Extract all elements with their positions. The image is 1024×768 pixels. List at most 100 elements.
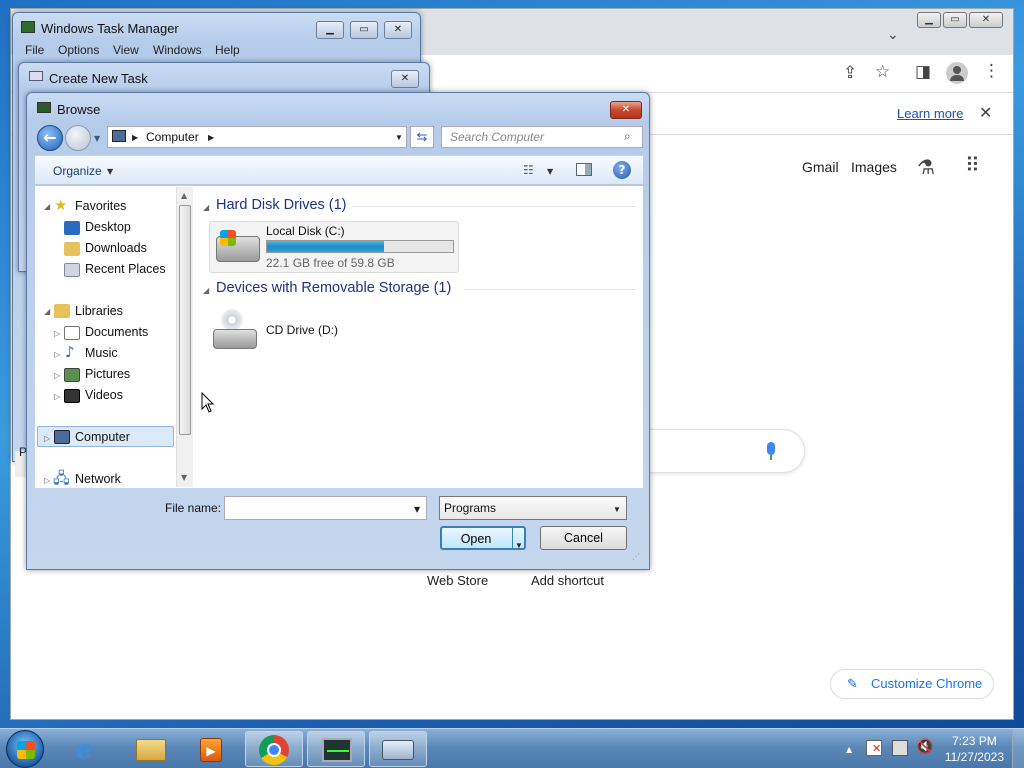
profile-avatar-icon[interactable] (946, 62, 968, 84)
address-bar[interactable]: ▶ Computer ▶ ▼ (107, 126, 407, 148)
local-disk-item[interactable]: Local Disk (C:) 22.1 GB free of 59.8 GB (209, 221, 459, 273)
taskbar-explorer[interactable] (122, 731, 180, 767)
collapse-arrow-icon[interactable]: ▷ (54, 329, 60, 338)
group-collapse-icon[interactable]: ◢ (203, 203, 209, 212)
search-icon[interactable]: ⌕ (624, 129, 631, 144)
expand-arrow-icon[interactable]: ◢ (44, 307, 50, 316)
show-desktop-button[interactable] (1012, 729, 1024, 768)
minimize-icon[interactable]: ▁ (316, 21, 344, 39)
windows-logo-icon (17, 741, 35, 759)
apps-grid-icon[interactable]: ⠿ (965, 153, 980, 177)
cd-drive-item[interactable] (213, 309, 259, 349)
nav-scrollbar[interactable]: ▲ ▼ (176, 187, 193, 487)
help-icon[interactable]: ? (613, 161, 631, 179)
cancel-button[interactable]: Cancel (540, 526, 627, 550)
collapse-arrow-icon[interactable]: ▷ (44, 434, 50, 443)
group-collapse-icon[interactable]: ◢ (203, 286, 209, 295)
music-icon: ♪ (65, 343, 75, 361)
scroll-up-icon[interactable]: ▲ (181, 191, 187, 200)
taskbar-internet-explorer[interactable]: e (62, 731, 120, 767)
file-type-select[interactable]: Programs ▼ (439, 496, 627, 520)
labs-flask-icon[interactable]: ⚗ (917, 155, 935, 179)
clock-date: 11/27/2023 (944, 750, 1004, 764)
nav-music[interactable]: Music (85, 346, 118, 360)
close-icon[interactable]: ✕ (391, 70, 419, 88)
chevron-down-icon[interactable]: ⌄ (887, 27, 899, 43)
google-search-box[interactable] (623, 429, 805, 473)
address-dropdown-icon[interactable]: ▼ (395, 133, 403, 142)
nav-videos[interactable]: Videos (85, 388, 123, 402)
collapse-arrow-icon[interactable]: ▷ (44, 476, 50, 485)
action-center-icon[interactable]: ✕ (866, 740, 882, 756)
close-icon[interactable]: ✕ (610, 101, 642, 119)
nav-recent-places[interactable]: Recent Places (85, 262, 166, 276)
close-icon[interactable]: ✕ (979, 103, 992, 122)
shortcut-add[interactable]: Add shortcut (531, 573, 604, 588)
start-button[interactable] (6, 730, 44, 768)
nav-documents[interactable]: Documents (85, 325, 148, 339)
search-input[interactable]: Search Computer ⌕ (441, 126, 643, 148)
organize-button[interactable]: Organize (53, 164, 102, 178)
nav-libraries[interactable]: Libraries (75, 304, 123, 318)
minimize-icon[interactable]: ▁ (917, 12, 941, 28)
learn-more-link[interactable]: Learn more (897, 106, 963, 121)
collapse-arrow-icon[interactable]: ▷ (54, 371, 60, 380)
collapse-arrow-icon[interactable]: ▷ (54, 350, 60, 359)
shortcut-web-store[interactable]: Web Store (427, 573, 488, 588)
menu-file[interactable]: File (25, 43, 44, 57)
mic-icon[interactable] (767, 442, 775, 455)
taskbar-media-player[interactable]: ▶ (182, 731, 240, 767)
history-dropdown-icon[interactable]: ▼ (94, 134, 100, 143)
nav-desktop[interactable]: Desktop (85, 220, 131, 234)
close-icon[interactable]: ✕ (969, 12, 1003, 28)
show-hidden-icons[interactable]: ▲ (846, 745, 852, 754)
customize-chrome-button[interactable]: ✎ Customize Chrome (830, 669, 994, 699)
menu-help[interactable]: Help (215, 43, 240, 57)
taskbar-task-manager[interactable] (307, 731, 365, 767)
nav-downloads[interactable]: Downloads (85, 241, 147, 255)
breadcrumb-computer[interactable]: Computer (146, 130, 199, 144)
nav-network[interactable]: Network (75, 472, 121, 486)
file-name-dropdown-icon[interactable]: ▼ (414, 505, 420, 514)
refresh-icon[interactable]: ⇆ (410, 126, 434, 148)
group-hard-disk-drives[interactable]: Hard Disk Drives (1) (216, 197, 347, 213)
nav-pictures[interactable]: Pictures (85, 367, 130, 381)
menu-view[interactable]: View (113, 43, 139, 57)
menu-windows[interactable]: Windows (153, 43, 202, 57)
network-status-icon[interactable] (892, 740, 908, 756)
menu-options[interactable]: Options (58, 43, 99, 57)
maximize-icon[interactable]: ▭ (943, 12, 967, 28)
scroll-down-icon[interactable]: ▼ (181, 473, 187, 482)
preview-pane-icon[interactable] (576, 163, 592, 176)
group-removable-storage[interactable]: Devices with Removable Storage (1) (216, 280, 451, 296)
menu-dots-icon[interactable]: ⋮ (983, 61, 1000, 81)
share-icon[interactable]: ⇪ (843, 63, 857, 83)
task-manager-title: Windows Task Manager (41, 21, 179, 36)
taskbar: e ▶ ▲ ✕ 🔇 7:23 PM 11/27/2023 (0, 728, 1024, 768)
side-panel-icon[interactable]: ◨ (915, 62, 931, 82)
nav-computer[interactable]: Computer (75, 430, 130, 444)
open-button[interactable]: Open ▼ (440, 526, 526, 550)
taskbar-chrome[interactable] (245, 731, 303, 767)
bookmark-star-icon[interactable]: ☆ (875, 62, 890, 82)
collapse-arrow-icon[interactable]: ▷ (54, 392, 60, 401)
file-name-input[interactable] (224, 496, 427, 520)
expand-arrow-icon[interactable]: ◢ (44, 202, 50, 211)
images-link[interactable]: Images (851, 159, 897, 175)
close-icon[interactable]: ✕ (384, 21, 412, 39)
forward-arrow-icon[interactable] (65, 125, 91, 151)
nav-favorites[interactable]: Favorites (75, 199, 126, 213)
view-dropdown-icon[interactable]: ▼ (547, 167, 553, 176)
resize-grip-icon[interactable]: ⋰ (632, 552, 640, 561)
system-clock[interactable]: 7:23 PM 11/27/2023 (945, 733, 1004, 765)
open-dropdown-icon[interactable]: ▼ (515, 535, 523, 557)
browse-title: Browse (57, 102, 101, 117)
maximize-icon[interactable]: ▭ (350, 21, 378, 39)
view-options-icon[interactable]: ☷ (523, 163, 534, 177)
taskbar-run-dialog[interactable] (369, 731, 427, 767)
scroll-thumb[interactable] (179, 205, 191, 435)
gmail-link[interactable]: Gmail (802, 159, 839, 175)
cd-drive-name[interactable]: CD Drive (D:) (266, 323, 338, 337)
back-arrow-icon[interactable]: ← (37, 125, 63, 151)
speaker-muted-icon[interactable]: 🔇 (916, 739, 933, 755)
